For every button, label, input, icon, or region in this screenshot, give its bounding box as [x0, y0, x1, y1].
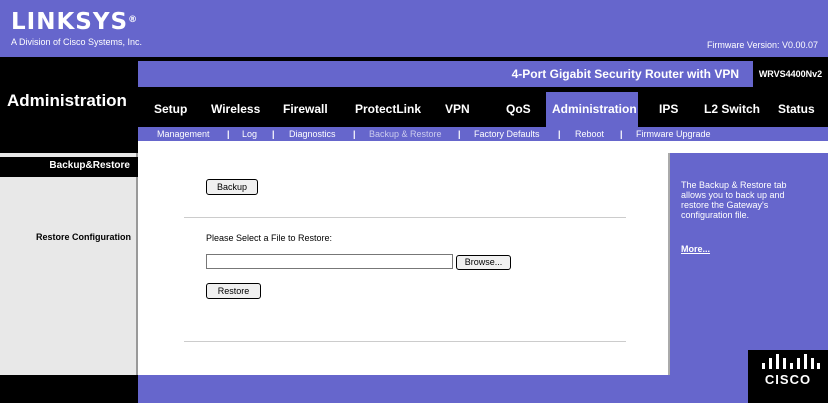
help-more-link[interactable]: More... [681, 244, 710, 254]
tab-administration[interactable]: Administration [552, 87, 637, 127]
tab-qos[interactable]: QoS [506, 87, 531, 127]
subtab-log[interactable]: Log [242, 127, 257, 141]
subtab-separator: | [353, 129, 356, 139]
logo-text: Linksys [11, 9, 129, 35]
registered-icon: ® [128, 15, 139, 25]
subtab-separator: | [558, 129, 561, 139]
tab-vpn[interactable]: VPN [445, 87, 470, 127]
tab-ips[interactable]: IPS [659, 87, 678, 127]
content-top-spacer [138, 141, 828, 153]
footer-left [0, 375, 138, 403]
model-name: WRVS4400Nv2 [753, 61, 828, 87]
subtab-reboot[interactable]: Reboot [575, 127, 604, 141]
subtab-diagnostics[interactable]: Diagnostics [289, 127, 336, 141]
tab-status[interactable]: Status [778, 87, 815, 127]
subtab-factory-defaults[interactable]: Factory Defaults [474, 127, 540, 141]
restore-file-prompt: Please Select a File to Restore: [206, 233, 333, 243]
restore-configuration-label: Restore Configuration [35, 232, 131, 242]
subtab-separator: | [272, 129, 275, 139]
restore-file-input[interactable] [206, 254, 453, 269]
subtab-separator: | [620, 129, 623, 139]
restore-button[interactable]: Restore [206, 283, 261, 299]
browse-button[interactable]: Browse... [456, 255, 511, 270]
page-title: Administration [7, 91, 127, 110]
tab-wireless[interactable]: Wireless [211, 87, 260, 127]
tab-firewall[interactable]: Firewall [283, 87, 328, 127]
left-panel [0, 153, 138, 375]
subtab-separator: | [458, 129, 461, 139]
tab-setup[interactable]: Setup [154, 87, 187, 127]
linksys-logo: Linksys® [11, 10, 138, 34]
tab-l2-switch[interactable]: L2 Switch [704, 87, 760, 127]
content-divider [184, 341, 626, 342]
cisco-wordmark: CISCO [764, 372, 812, 387]
footer-bar [138, 375, 748, 403]
tab-protectlink[interactable]: ProtectLink [355, 87, 421, 127]
subtab-firmware-upgrade[interactable]: Firmware Upgrade [636, 127, 711, 141]
firmware-version: Firmware Version: V0.00.07 [706, 40, 818, 50]
product-name: 4-Port Gigabit Security Router with VPN [511, 67, 739, 81]
cisco-bars-icon [762, 354, 820, 369]
subtab-backup-restore[interactable]: Backup & Restore [369, 127, 442, 141]
subtab-separator: | [227, 129, 230, 139]
help-text: The Backup & Restore tab allows you to b… [681, 180, 787, 220]
content-divider [184, 217, 626, 218]
backup-button[interactable]: Backup [206, 179, 258, 195]
subtab-management[interactable]: Management [157, 127, 210, 141]
logo-subtitle: A Division of Cisco Systems, Inc. [11, 37, 143, 47]
section-header: Backup&Restore [49, 160, 130, 171]
